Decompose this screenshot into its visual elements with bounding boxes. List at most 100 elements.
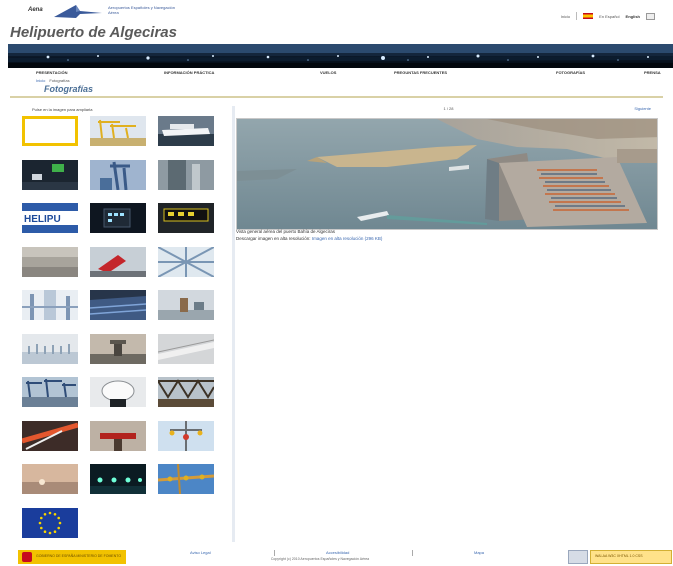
thumb-tower-grey[interactable]: [158, 159, 214, 190]
thumb-ship[interactable]: [158, 116, 214, 146]
thumb-port-view[interactable]: [158, 290, 214, 320]
thumb-haze[interactable]: [22, 333, 78, 364]
standards-badge[interactable]: WAI-AA W3C XHTML 1.0 CSS: [590, 550, 672, 564]
thumbnail-image: [22, 377, 78, 407]
site-title: Helipuerto de Algeciras: [10, 24, 177, 41]
header: Aena Aeropuertos Españoles y Navegación …: [0, 0, 673, 44]
thumbnail-image: [158, 420, 214, 451]
thumbnail-image: [158, 203, 214, 233]
badge-text: WAI-AA W3C XHTML 1.0 CSS: [595, 554, 643, 558]
thumbnail-image: [158, 333, 214, 364]
nav-prensa[interactable]: PRENSA: [644, 70, 661, 75]
thumb-pylons[interactable]: [22, 290, 78, 320]
footer-link-accessibility[interactable]: Accesibilidad: [326, 550, 349, 555]
window-icon[interactable]: [646, 12, 655, 20]
breadcrumb: Inicio Fotografías: [36, 78, 70, 83]
wai-badge-icon[interactable]: [568, 550, 588, 564]
brand-name: Aena: [28, 7, 43, 13]
download-prefix: Descargar imagen en alta resolución:: [236, 236, 311, 241]
thumbnail-panel: Pulse en la imagen para ampliarla HELIPU: [14, 100, 230, 540]
thumb-sign-green[interactable]: [22, 159, 78, 190]
thumb-tower-dusk[interactable]: [90, 333, 146, 364]
thumb-panel-lights[interactable]: [90, 203, 146, 233]
photo-caption: Vista general aérea del puerto Bahía de …: [236, 229, 335, 234]
org-name: Aeropuertos Españoles y Navegación Aérea: [108, 5, 175, 15]
government-logo[interactable]: GOBIERNO DE ESPAÑA MINISTERIO DE FOMENTO: [18, 550, 126, 564]
thumb-truss[interactable]: [158, 377, 214, 407]
section-title: Fotografías: [44, 84, 94, 94]
spanish-link[interactable]: En Español: [599, 14, 619, 19]
thumbnail-image: [22, 333, 78, 364]
banner-image: [8, 44, 673, 68]
accessibility-badges: WAI-AA W3C XHTML 1.0 CSS: [568, 550, 672, 564]
thumbnail-image: [158, 246, 214, 277]
thumb-cranes[interactable]: [90, 116, 146, 146]
thumb-selected[interactable]: [22, 116, 78, 146]
thumb-crane-blue[interactable]: [90, 159, 146, 190]
thumb-eu-flag[interactable]: [22, 507, 78, 538]
thumb-building-blue[interactable]: [90, 290, 146, 320]
thumb-dish[interactable]: [90, 377, 146, 407]
photo-viewer: 1 / 28 Siguiente Vista general aérea del…: [236, 106, 661, 246]
airplane-logo-icon: [54, 5, 102, 18]
divider: [576, 12, 578, 20]
main-nav: PRESENTACIÓN INFORMACIÓN PRÁCTICA VUELOS…: [36, 68, 673, 77]
home-link[interactable]: Inicio: [561, 14, 570, 19]
thumbnail-image: [90, 333, 146, 364]
thumbnail-image: [22, 507, 78, 538]
thumbnail-image: [158, 377, 214, 407]
thumb-red-fixture[interactable]: [90, 420, 146, 451]
copyright: Copyright (c) 2010 Aeropuertos Españoles…: [270, 557, 370, 561]
spain-flag-icon[interactable]: [583, 13, 594, 19]
thumbnail-image: [158, 464, 214, 494]
thumb-cranes-blue[interactable]: [22, 377, 78, 407]
thumb-wall[interactable]: [22, 246, 78, 277]
breadcrumb-home[interactable]: Inicio: [36, 78, 45, 83]
thumbnail-image: [158, 116, 214, 146]
thumbnail-image: [90, 246, 146, 277]
coat-of-arms-icon: [22, 552, 32, 562]
thumbnail-image: [90, 377, 146, 407]
breadcrumb-current: Fotografías: [49, 78, 70, 83]
thumb-structure[interactable]: [158, 246, 214, 277]
aena-logo[interactable]: Aena Aeropuertos Españoles y Navegación …: [28, 3, 178, 19]
nav-vuelos[interactable]: VUELOS: [320, 70, 336, 75]
footer-link-legal[interactable]: Aviso Legal: [190, 550, 211, 555]
gallery-instruction: Pulse en la imagen para ampliarla: [32, 107, 93, 112]
thumb-lamp-pole[interactable]: [158, 420, 214, 451]
thumbnail-grid: HELIPU: [22, 116, 232, 538]
divider: [274, 550, 275, 556]
thumbnail-image: [22, 464, 78, 494]
thumb-windsock[interactable]: [90, 246, 146, 277]
download-link[interactable]: Imagen en alta resolución (296 KB): [312, 236, 383, 241]
thumbnail-image: [90, 290, 146, 320]
thumbnail-image: [22, 420, 78, 451]
svg-text:HELIPU: HELIPU: [24, 214, 61, 225]
thumbnail-image: [90, 116, 146, 146]
thumb-lights-night[interactable]: [90, 464, 146, 494]
nav-informacion[interactable]: INFORMACIÓN PRÁCTICA: [164, 70, 214, 75]
thumbnail-image: [22, 159, 78, 190]
thumb-orange-rails[interactable]: [22, 420, 78, 451]
download-line: Descargar imagen en alta resolución: Ima…: [236, 236, 382, 241]
thumb-panel-yellow[interactable]: [158, 203, 214, 233]
thumb-sunset[interactable]: [22, 464, 78, 494]
nav-presentacion[interactable]: PRESENTACIÓN: [36, 70, 67, 75]
thumbnail-image: HELIPU: [22, 203, 78, 233]
thumbnail-image: [90, 159, 146, 190]
next-link[interactable]: Siguiente: [634, 106, 651, 111]
thumbnail-image: [22, 290, 78, 320]
thumbnail-image: [158, 290, 214, 320]
nav-fotografias[interactable]: FOTOGRAFÍAS: [556, 70, 585, 75]
thumb-sky-structure[interactable]: [158, 464, 214, 494]
footer-link-map[interactable]: Mapa: [474, 550, 484, 555]
thumbnail-image: [158, 159, 214, 190]
panel-divider: [232, 106, 235, 542]
footer: GOBIERNO DE ESPAÑA MINISTERIO DE FOMENTO…: [0, 548, 673, 566]
english-link[interactable]: English: [626, 14, 640, 19]
thumb-heli-text[interactable]: HELIPU: [22, 203, 78, 233]
photo-counter: 1 / 28: [443, 106, 454, 111]
thumbnail-image: [22, 246, 78, 277]
thumb-beam[interactable]: [158, 333, 214, 364]
nav-preguntas[interactable]: PREGUNTAS FRECUENTES: [394, 70, 447, 75]
